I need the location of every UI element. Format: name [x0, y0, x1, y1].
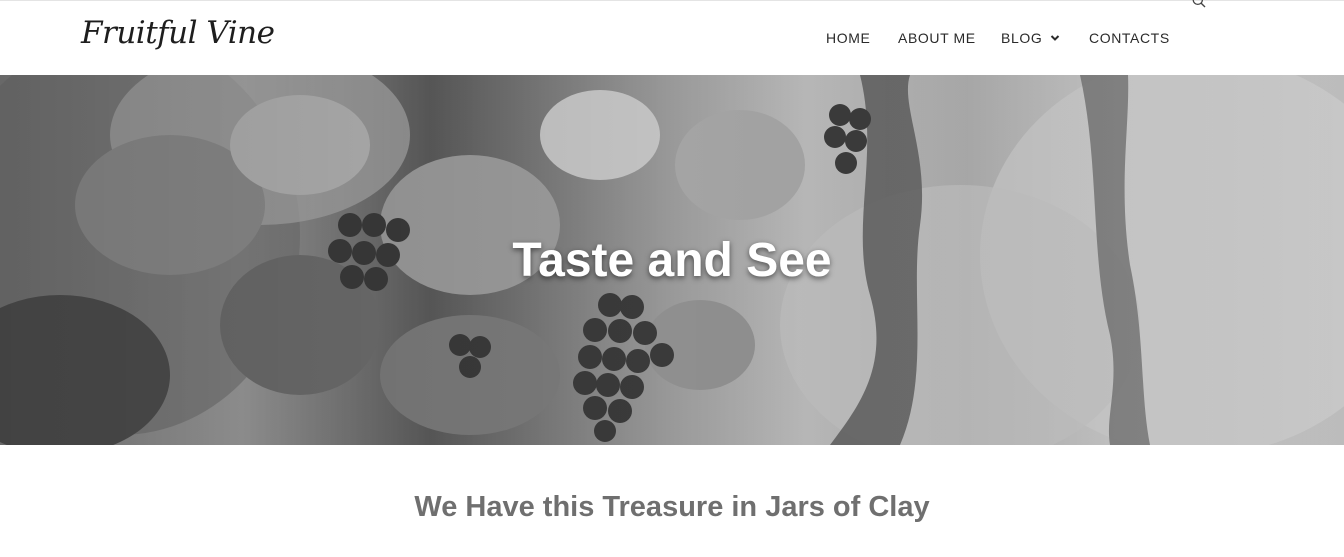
- hero-banner: Taste and See: [0, 75, 1344, 445]
- search-button[interactable]: [1192, 0, 1206, 8]
- site-header: Fruitful Vine HOME ABOUT ME BLOG CONTACT…: [0, 0, 1344, 75]
- search-icon: [1192, 0, 1206, 8]
- site-logo[interactable]: Fruitful Vine: [81, 15, 275, 51]
- nav-item-blog[interactable]: BLOG: [1001, 30, 1060, 46]
- nav-item-about-me[interactable]: ABOUT ME: [898, 30, 976, 46]
- hero-title: Taste and See: [512, 234, 832, 287]
- nav-item-label: BLOG: [1001, 30, 1043, 46]
- nav-item-label: HOME: [826, 30, 871, 46]
- nav-item-home[interactable]: HOME: [826, 30, 870, 46]
- nav-item-label: CONTACTS: [1089, 30, 1170, 46]
- chevron-down-icon[interactable]: [1050, 33, 1060, 43]
- section-heading: We Have this Treasure in Jars of Clay: [414, 491, 930, 523]
- nav-item-contacts[interactable]: CONTACTS: [1089, 30, 1170, 46]
- nav-item-label: ABOUT ME: [898, 30, 976, 46]
